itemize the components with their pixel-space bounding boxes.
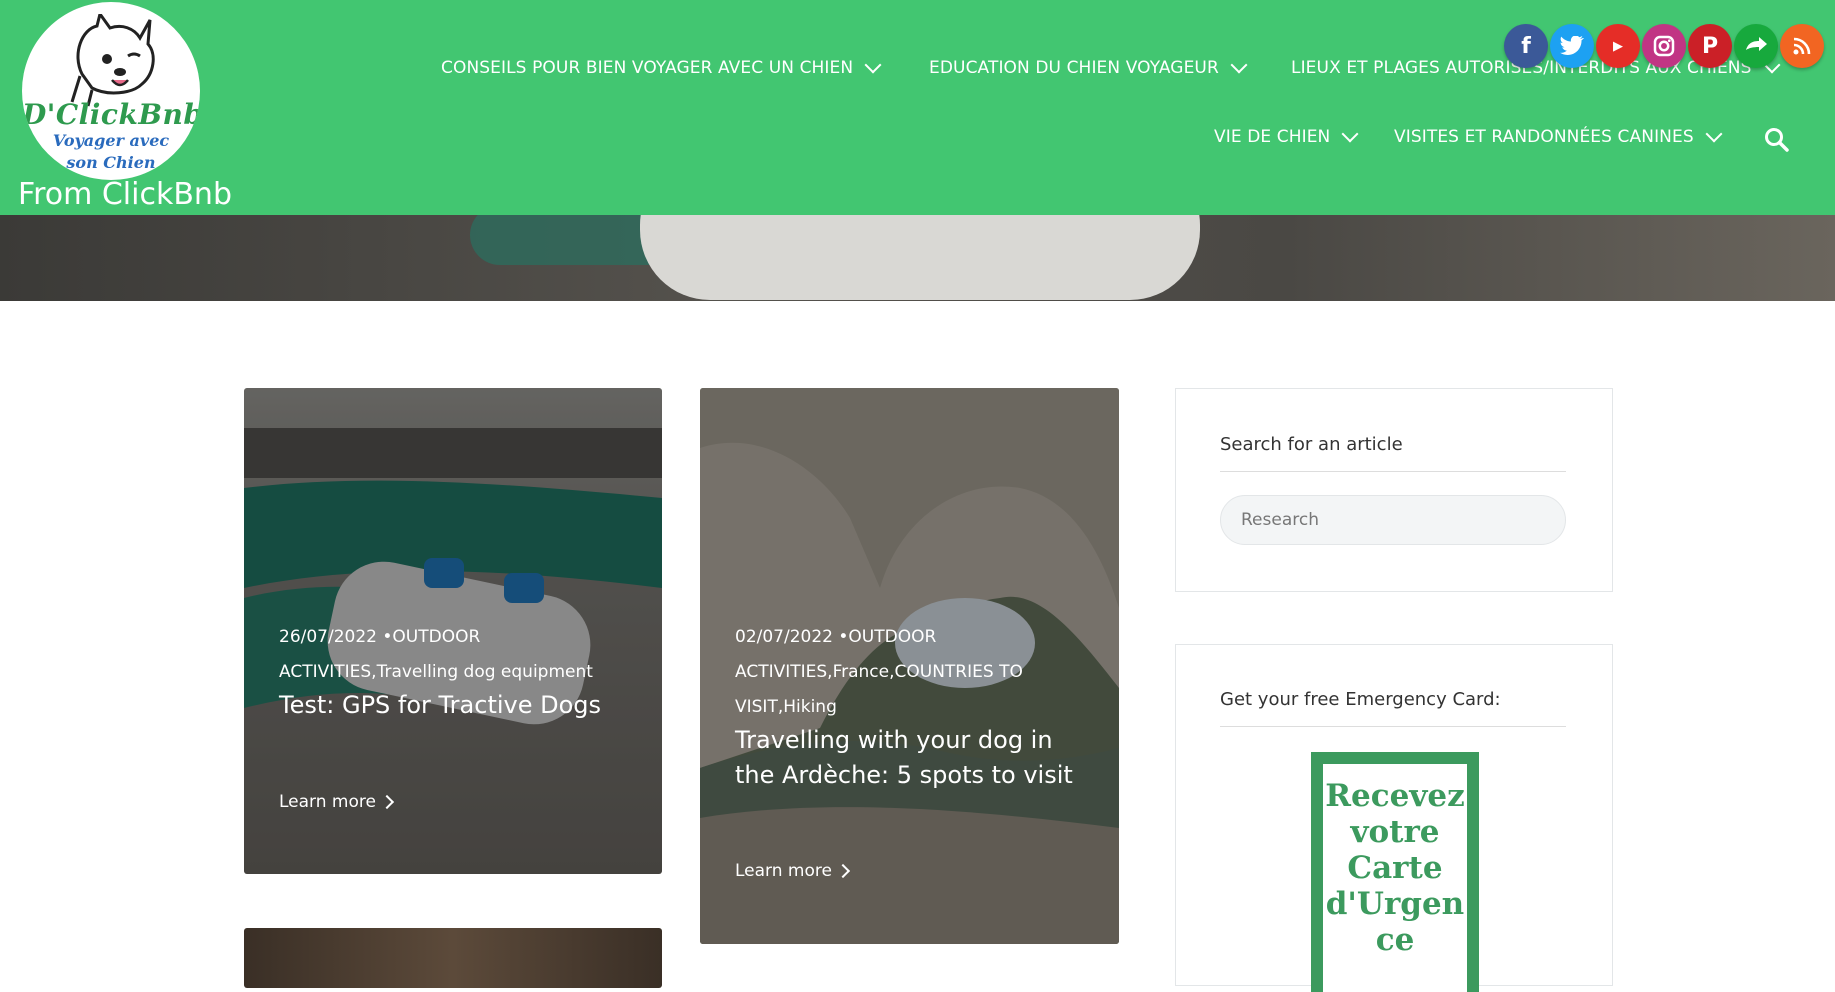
- post-meta: 02/07/2022 •OUTDOOR: [735, 627, 937, 647]
- logo-tagline: Voyager avec: [52, 131, 170, 150]
- post-card[interactable]: 26/07/2022 •OUTDOOR ACTIVITIES,Travellin…: [244, 388, 662, 874]
- widget-title: Search for an article: [1220, 434, 1403, 455]
- follow-icon[interactable]: [1734, 24, 1778, 68]
- post-meta[interactable]: ACTIVITIES,France,COUNTRIES TO: [735, 655, 1055, 690]
- learn-more-label: Learn more: [279, 792, 376, 812]
- nav-item-label: CONSEILS POUR BIEN VOYAGER AVEC UN CHIEN: [441, 58, 854, 78]
- pinterest-icon[interactable]: P: [1688, 24, 1732, 68]
- post-meta[interactable]: ACTIVITIES,Travelling dog equipment: [279, 655, 599, 690]
- emergency-card-text: Recevez votre Carte d'Urgen ce: [1323, 764, 1467, 992]
- twitter-icon[interactable]: [1550, 24, 1594, 68]
- post-thumbnail: [244, 928, 662, 988]
- search-input[interactable]: Research: [1220, 495, 1566, 545]
- learn-more-link[interactable]: Learn more: [735, 861, 851, 881]
- search-placeholder: Research: [1241, 510, 1319, 530]
- nav-item-conseils[interactable]: CONSEILS POUR BIEN VOYAGER AVEC UN CHIEN: [441, 56, 882, 78]
- nav-item-visites[interactable]: VISITES ET RANDONNÉES CANINES: [1394, 125, 1723, 147]
- post-meta: 26/07/2022 •OUTDOOR: [279, 627, 481, 647]
- emergency-card-widget: Get your free Emergency Card: Recevez vo…: [1175, 644, 1613, 992]
- dog-logo-icon: [70, 14, 155, 107]
- post-card[interactable]: 02/07/2022 •OUTDOOR ACTIVITIES,France,CO…: [700, 388, 1119, 944]
- emergency-card-line: Carte: [1347, 850, 1443, 886]
- post-meta[interactable]: VISIT,Hiking: [735, 690, 1055, 725]
- learn-more-link[interactable]: Learn more: [279, 792, 395, 812]
- instagram-icon[interactable]: [1642, 24, 1686, 68]
- chevron-right-icon: [379, 794, 395, 810]
- site-title[interactable]: From ClickBnb: [18, 178, 232, 212]
- logo-brand: D'ClickBnb: [22, 98, 200, 131]
- chevron-down-icon: [1230, 56, 1248, 74]
- rss-icon[interactable]: [1780, 24, 1824, 68]
- chevron-down-icon: [864, 56, 882, 74]
- emergency-card-banner[interactable]: Recevez votre Carte d'Urgen ce: [1311, 752, 1479, 992]
- post-title[interactable]: Travelling with your dog in: [735, 723, 1095, 758]
- nav-item-label: VIE DE CHIEN: [1214, 127, 1331, 147]
- facebook-icon[interactable]: f: [1504, 24, 1548, 68]
- chevron-right-icon: [835, 863, 851, 879]
- nav-item-vie-de-chien[interactable]: VIE DE CHIEN: [1214, 125, 1359, 147]
- emergency-card-line: d'Urgen: [1325, 886, 1465, 922]
- nav-item-label: VISITES ET RANDONNÉES CANINES: [1394, 127, 1694, 147]
- emergency-card-line: ce: [1375, 922, 1415, 958]
- site-logo[interactable]: D'ClickBnb Voyager avec son Chien: [22, 2, 200, 180]
- post-title[interactable]: the Ardèche: 5 spots to visit: [735, 758, 1095, 793]
- hero-gps-device: [640, 215, 1200, 300]
- divider: [1220, 471, 1566, 472]
- youtube-icon[interactable]: ▶: [1596, 24, 1640, 68]
- chevron-down-icon: [1341, 125, 1359, 143]
- chevron-down-icon: [1705, 125, 1723, 143]
- search-widget: Search for an article Research: [1175, 388, 1613, 592]
- social-links: f ▶ P: [1504, 24, 1826, 68]
- emergency-card-line: votre: [1350, 814, 1440, 850]
- nav-item-education[interactable]: EDUCATION DU CHIEN VOYAGEUR: [929, 56, 1248, 78]
- nav-item-label: EDUCATION DU CHIEN VOYAGEUR: [929, 58, 1219, 78]
- post-card[interactable]: [244, 928, 662, 988]
- emergency-card-line: Recevez: [1325, 778, 1465, 814]
- widget-title: Get your free Emergency Card:: [1220, 689, 1501, 710]
- divider: [1220, 726, 1566, 727]
- logo-tagline: son Chien: [66, 153, 156, 172]
- search-icon[interactable]: [1764, 127, 1790, 153]
- post-title[interactable]: Test: GPS for Tractive Dogs: [279, 688, 639, 723]
- learn-more-label: Learn more: [735, 861, 832, 881]
- hero-image: [0, 215, 1835, 301]
